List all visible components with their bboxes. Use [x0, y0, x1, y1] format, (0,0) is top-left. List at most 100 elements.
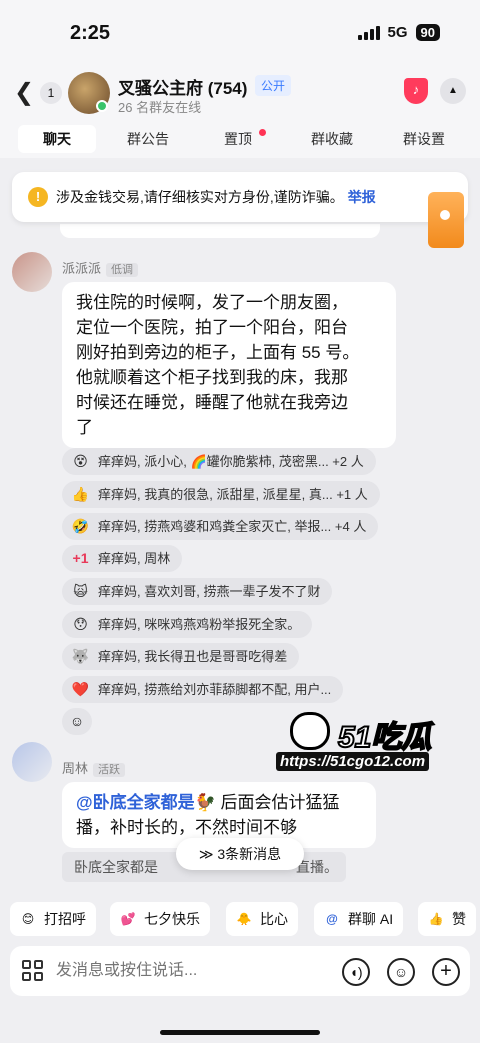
tab-chat[interactable]: 聊天: [18, 125, 96, 153]
reaction-row[interactable]: 👍 痒痒妈, 我真的很急, 派甜星, 派星星, 真... +1 人: [62, 481, 380, 508]
quick-qixi-button[interactable]: 💕 七夕快乐: [110, 902, 210, 936]
door-icon[interactable]: [428, 192, 464, 248]
quick-heart-label: 比心: [260, 911, 288, 927]
avatar[interactable]: [12, 252, 52, 292]
add-reaction-smiley-icon[interactable]: ☺: [62, 708, 92, 735]
tab-pinned[interactable]: 置顶: [218, 125, 266, 153]
report-link[interactable]: 举报: [348, 189, 376, 205]
cat-face-icon: 🙀: [73, 583, 88, 599]
warning-text: 涉及金钱交易,请仔细核实对方身份,谨防诈骗。 举报: [56, 187, 376, 207]
smile-icon: 😊: [21, 912, 35, 926]
heart-icon: ❤️: [71, 681, 90, 697]
quick-heart-button[interactable]: 🐥 比心: [226, 902, 298, 936]
status-bar: 2:25 5G 90: [0, 0, 480, 64]
message-line: 刚好拍到旁边的柜子，上面有 55 号。: [76, 343, 360, 362]
quick-like-button[interactable]: 👍 赞: [418, 902, 476, 936]
cow-mascot-icon: [290, 712, 330, 750]
fraud-warning-banner: ! 涉及金钱交易,请仔细核实对方身份,谨防诈骗。 举报: [12, 172, 468, 222]
mention-link[interactable]: @卧底全家都是: [76, 793, 195, 812]
previous-message-fragment: [60, 224, 380, 238]
tab-settings[interactable]: 群设置: [394, 125, 454, 153]
reaction-users: 痒痒妈, 我长得丑也是哥哥吃得差: [98, 649, 288, 664]
message-text: 后面会估计猛猛: [215, 793, 340, 812]
message-line: 播，补时长的，不然时间不够: [76, 818, 297, 837]
watermark-logo: 51吃瓜: [337, 720, 432, 755]
laughing-face-icon: 🤣: [71, 518, 90, 534]
reaction-row[interactable]: 🤣 痒痒妈, 捞燕鸡婆和鸡粪全家灭亡, 举报... +4 人: [62, 513, 379, 540]
member-tag: 低调: [106, 263, 139, 277]
avatar[interactable]: [12, 742, 52, 782]
online-members-text: 26 名群友在线: [118, 100, 202, 115]
message-line: 我住院的时候啊，发了一个朋友圈，: [76, 293, 348, 312]
message-bubble[interactable]: 我住院的时候啊，发了一个朋友圈， 定位一个医院，拍了一个阳台，阳台 刚好拍到旁边…: [62, 282, 396, 448]
quick-ai-label: 群聊 AI: [348, 911, 394, 927]
reaction-row[interactable]: 😵 痒痒妈, 派小心, 🌈罐你脆紫柿, 茂密黑... +2 人: [62, 448, 376, 475]
battery-icon: 90: [415, 24, 440, 41]
network-label: 5G: [387, 24, 408, 41]
quick-greet-label: 打招呼: [44, 911, 86, 927]
warning-message: 涉及金钱交易,请仔细核实对方身份,谨防诈骗。: [56, 189, 344, 205]
message-line: 了: [76, 418, 93, 437]
reaction-row[interactable]: 😯 痒痒妈, 咪咪鸡燕鸡粉举报死全家。: [62, 611, 313, 638]
quick-ai-button[interactable]: @ 群聊 AI: [314, 902, 404, 936]
apps-grid-icon[interactable]: [22, 960, 44, 982]
douyin-icon[interactable]: ♪: [404, 78, 428, 104]
sender-name[interactable]: 派派派 低调: [62, 258, 139, 277]
unread-count-badge: 1: [40, 82, 62, 104]
back-arrow-icon[interactable]: ❮: [14, 78, 34, 107]
quick-greet-button[interactable]: 😊 打招呼: [10, 902, 96, 936]
reaction-users: 痒痒妈, 派小心, 🌈罐你脆紫柿, 茂密黑... +2 人: [98, 454, 364, 469]
status-indicators: 5G 90: [357, 24, 440, 41]
reaction-row[interactable]: 🐺 痒痒妈, 我长得丑也是哥哥吃得差: [62, 643, 300, 670]
message-composer: ◖) ☺ +: [10, 946, 470, 996]
reaction-users: 痒痒妈, 捞燕给刘亦菲舔脚都不配, 用户...: [98, 682, 332, 697]
message-input[interactable]: [56, 958, 336, 984]
reaction-row[interactable]: 🙀 痒痒妈, 喜欢刘哥, 捞燕一辈子发不了财: [62, 578, 333, 605]
thumbs-up-icon: 👍: [71, 486, 90, 502]
message-line: 他就顺着这个柜子找到我的床，我那: [76, 368, 348, 387]
sender-name-text: 派派派: [62, 261, 102, 276]
tab-favorites[interactable]: 群收藏: [302, 125, 362, 153]
sender-name[interactable]: 周林 活跃: [62, 758, 126, 777]
public-badge: 公开: [255, 75, 292, 96]
tab-bar: 聊天 群公告 置顶 群收藏 群设置: [0, 120, 480, 158]
chick-icon: 🐥: [236, 912, 252, 926]
hearts-icon: 💕: [120, 912, 136, 926]
plus-icon[interactable]: +: [432, 958, 460, 986]
message-line: 时候还在睡觉，睡醒了他就在我旁边: [76, 393, 348, 412]
quick-like-label: 赞: [452, 911, 466, 927]
status-time: 2:25: [70, 22, 111, 44]
voice-icon[interactable]: ◖): [342, 958, 370, 986]
surprised-face-icon: 😯: [73, 616, 88, 632]
signal-icon: [357, 25, 380, 40]
notification-dot: [259, 129, 266, 136]
reaction-row[interactable]: +1 痒痒妈, 周林: [62, 545, 183, 572]
reaction-users: 痒痒妈, 我真的很急, 派甜星, 派星星, 真... +1 人: [98, 487, 368, 502]
collapse-arrow-icon[interactable]: ▲: [440, 78, 466, 104]
new-messages-button[interactable]: ≫ 3条新消息: [176, 838, 304, 870]
message-line: 定位一个医院，拍了一个阳台，阳台: [76, 318, 348, 337]
thumbs-up-icon: 👍: [428, 912, 444, 926]
warning-icon: !: [28, 187, 48, 207]
dizzy-face-icon: 😵: [73, 453, 88, 469]
reaction-users: 痒痒妈, 周林: [98, 551, 171, 566]
tab-announcement[interactable]: 群公告: [118, 125, 178, 153]
chat-header: ❮ 1 叉骚公主府 (754) 公开 26 名群友在线 ♪ ▲: [0, 64, 480, 120]
reaction-users: 痒痒妈, 咪咪鸡燕鸡粉举报死全家。: [98, 617, 301, 632]
message-line: @卧底全家都是🐓 后面会估计猛猛: [76, 790, 362, 815]
quick-action-bar: 😊 打招呼 💕 七夕快乐 🐥 比心 @ 群聊 AI 👍 赞: [0, 896, 480, 942]
reaction-users: 痒痒妈, 喜欢刘哥, 捞燕一辈子发不了财: [98, 584, 321, 599]
plus-one-icon: +1: [72, 550, 89, 566]
tab-pinned-label: 置顶: [224, 131, 252, 147]
emoji-icon[interactable]: ☺: [387, 958, 415, 986]
reaction-users: 痒痒妈, 捞燕鸡婆和鸡粪全家灭亡, 举报... +4 人: [98, 519, 367, 534]
reaction-row[interactable]: ❤️ 痒痒妈, 捞燕给刘亦菲舔脚都不配, 用户...: [62, 676, 344, 703]
at-icon: @: [326, 912, 338, 926]
group-title[interactable]: 叉骚公主府 (754): [118, 74, 247, 99]
home-indicator: [160, 1030, 320, 1035]
quick-qixi-label: 七夕快乐: [144, 911, 200, 927]
quoted-reply-sender: 卧底全家都是: [74, 859, 158, 875]
chicken-icon: 🐓: [194, 793, 216, 812]
watermark-url: https://51cgo12.com: [276, 752, 430, 771]
online-status-icon: [96, 100, 108, 112]
